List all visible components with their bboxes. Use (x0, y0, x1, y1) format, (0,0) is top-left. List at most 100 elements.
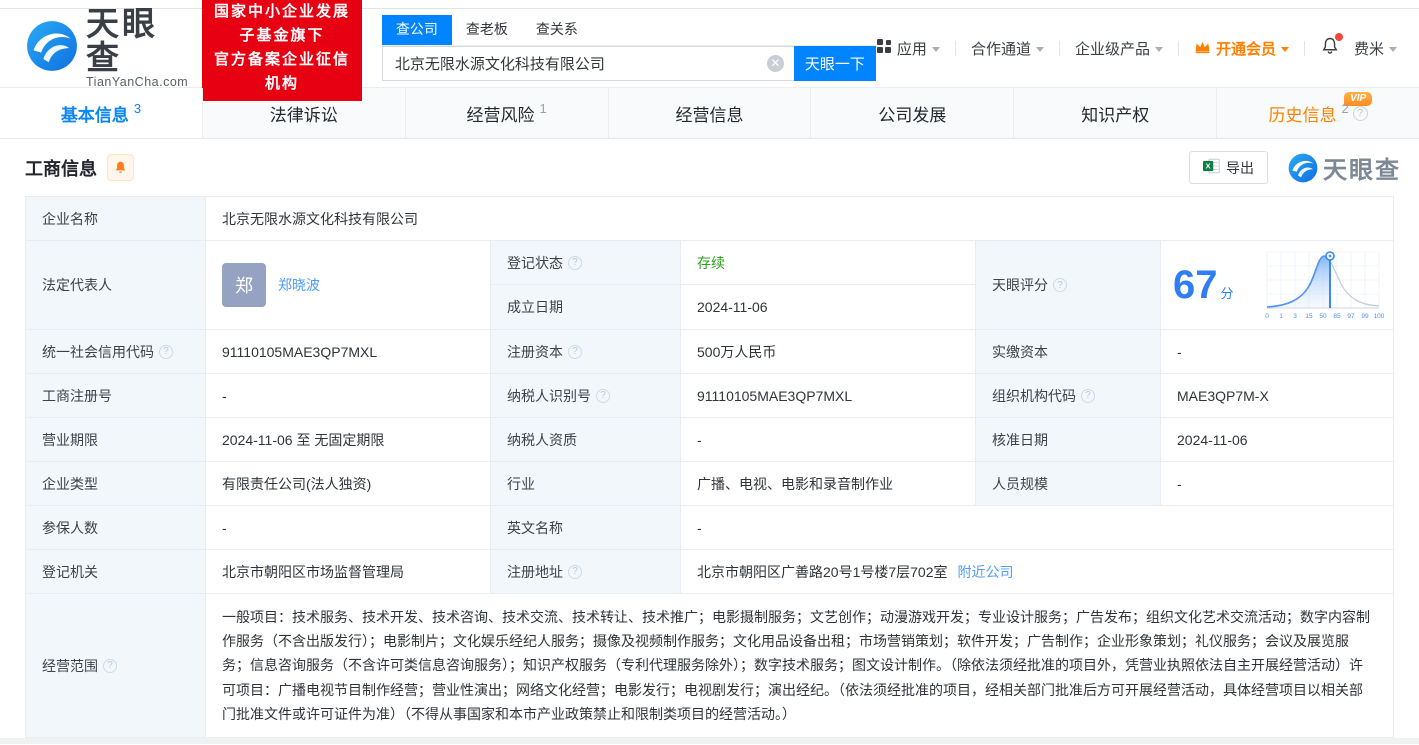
notification-bell[interactable] (1320, 36, 1340, 60)
tab-legal-proceedings[interactable]: 法律诉讼 (203, 88, 406, 138)
field-value-establish-date: 2024-11-06 (681, 285, 976, 330)
search-tab-relation[interactable]: 查关系 (536, 15, 578, 45)
search-button[interactable]: 天眼一下 (794, 46, 876, 81)
field-label-approval-date: 核准日期 (976, 418, 1161, 462)
field-value-taxpayer-id: 91110105MAE3QP7MXL (681, 374, 976, 418)
tab-label: 经营风险 (467, 101, 535, 126)
chevron-down-icon (1155, 47, 1163, 52)
search-tabs: 查公司 查老板 查关系 (382, 15, 876, 46)
field-label-tianyan-score: 天眼评分? (976, 241, 1161, 330)
field-label-establish-date: 成立日期 (491, 285, 681, 330)
nav-partner-label: 合作通道 (971, 38, 1031, 59)
field-value-legal-rep: 郑 郑晓波 (206, 241, 491, 330)
export-label: 导出 (1226, 158, 1254, 178)
clear-icon[interactable]: ✕ (767, 55, 784, 72)
help-icon[interactable]: ? (568, 256, 582, 270)
field-label-legal-rep: 法定代表人 (26, 241, 206, 330)
field-value-industry: 广播、电视、电影和录音制作业 (681, 462, 976, 506)
tab-label: 公司发展 (878, 101, 946, 126)
field-label-english-name: 英文名称 (491, 506, 681, 550)
help-icon[interactable]: ? (568, 345, 582, 359)
score-distribution-chart: 0 1 3 15 50 85 97 99 100 (1261, 244, 1385, 327)
logo-domain: TianYanCha.com (86, 75, 188, 89)
field-label-industry: 行业 (491, 462, 681, 506)
svg-text:99: 99 (1361, 313, 1369, 320)
reg-address-text: 北京市朝阳区广善路20号1号楼7层702室 (697, 562, 948, 582)
help-icon[interactable]: ? (159, 345, 173, 359)
tab-operating-risk[interactable]: 经营风险 1 (406, 88, 609, 138)
search-tab-boss[interactable]: 查老板 (466, 15, 508, 45)
field-value-reg-status: 存续 (681, 241, 976, 285)
field-label-credit-code: 统一社会信用代码? (26, 330, 206, 374)
tianyan-score[interactable]: 67分 (1161, 241, 1394, 330)
divider (1178, 41, 1179, 56)
field-value-english-name: - (681, 506, 1394, 550)
notification-dot (1335, 33, 1343, 41)
tab-label: 经营信息 (676, 101, 744, 126)
export-button[interactable]: X 导出 (1189, 151, 1268, 184)
nav-apps[interactable]: 应用 (876, 38, 940, 59)
field-value-business-term: 2024-11-06 至 无固定期限 (206, 418, 491, 462)
field-label-business-term: 营业期限 (26, 418, 206, 462)
field-label-reg-status: 登记状态? (491, 241, 681, 285)
search-tab-company[interactable]: 查公司 (382, 15, 452, 45)
help-icon[interactable]: ? (1081, 389, 1095, 403)
field-value-paid-capital: - (1161, 330, 1394, 374)
search-input[interactable] (382, 46, 794, 81)
field-label-paid-capital: 实缴资本 (976, 330, 1161, 374)
chevron-down-icon (1281, 47, 1289, 52)
field-label-insured: 参保人数 (26, 506, 206, 550)
tab-intellectual-property[interactable]: 知识产权 (1014, 88, 1217, 138)
field-label-taxpayer-id: 纳税人识别号? (491, 374, 681, 418)
tianyancha-watermark: 天眼查 (1288, 150, 1401, 185)
section-title: 工商信息 (25, 155, 97, 181)
tab-company-development[interactable]: 公司发展 (811, 88, 1014, 138)
help-icon[interactable]: ? (596, 389, 610, 403)
nav-vip-label: 开通会员 (1216, 38, 1276, 59)
watermark-label: 天眼查 (1323, 150, 1401, 185)
help-icon[interactable]: ? (568, 565, 582, 579)
apps-grid-icon (876, 38, 892, 58)
tab-operating-info[interactable]: 经营信息 (609, 88, 812, 138)
svg-text:100: 100 (1374, 313, 1385, 320)
tianyancha-logo-icon (1288, 153, 1318, 183)
svg-text:0: 0 (1265, 313, 1269, 320)
nav-user-menu[interactable]: 费米 (1354, 38, 1397, 59)
field-label-taxpayer-quality: 纳税人资质 (491, 418, 681, 462)
svg-text:3: 3 (1293, 313, 1297, 320)
nearby-companies-link[interactable]: 附近公司 (958, 562, 1014, 582)
top-nav: 应用 合作通道 企业级产品 开通会员 (876, 36, 1397, 60)
avatar[interactable]: 郑 (222, 263, 266, 307)
help-icon[interactable]: ? (103, 659, 117, 673)
bell-icon (113, 160, 128, 175)
tab-label: 法律诉讼 (270, 101, 338, 126)
tianyancha-logo[interactable]: 天眼查 TianYanCha.com (26, 7, 188, 89)
field-value-business-scope: 一般项目：技术服务、技术开发、技术咨询、技术交流、技术转让、技术推广；电影摄制服… (206, 594, 1394, 738)
subscribe-bell-button[interactable] (107, 154, 134, 181)
help-icon[interactable]: ? (1053, 278, 1067, 292)
field-label-reg-capital: 注册资本? (491, 330, 681, 374)
svg-text:85: 85 (1333, 313, 1341, 320)
field-label-staff-size: 人员规模 (976, 462, 1161, 506)
crown-icon (1194, 39, 1211, 58)
svg-text:1: 1 (1279, 313, 1283, 320)
tab-history-info[interactable]: VIP 历史信息 2 ? (1217, 88, 1419, 138)
legal-rep-link[interactable]: 郑晓波 (278, 275, 320, 295)
nav-partner-channel[interactable]: 合作通道 (971, 38, 1044, 59)
tab-basic-info[interactable]: 基本信息 3 (0, 88, 203, 138)
nav-enterprise-products[interactable]: 企业级产品 (1075, 38, 1163, 59)
badge-line1: 国家中小企业发展子基金旗下 (212, 0, 352, 48)
search-area: 查公司 查老板 查关系 ✕ 天眼一下 (382, 15, 876, 81)
field-label-company-name: 企业名称 (26, 197, 206, 241)
help-icon[interactable]: ? (1353, 106, 1368, 121)
logo-title: 天眼查 (86, 7, 188, 75)
score-value: 67 (1173, 263, 1218, 307)
gov-certification-badge: 国家中小企业发展子基金旗下 官方备案企业征信机构 (202, 0, 362, 101)
nav-open-vip[interactable]: 开通会员 (1194, 38, 1289, 59)
field-label-reg-number: 工商注册号 (26, 374, 206, 418)
divider (955, 41, 956, 56)
tab-count: 1 (540, 101, 547, 116)
score-unit: 分 (1221, 286, 1234, 301)
field-label-business-scope: 经营范围? (26, 594, 206, 738)
tianyancha-logo-icon (26, 20, 78, 77)
